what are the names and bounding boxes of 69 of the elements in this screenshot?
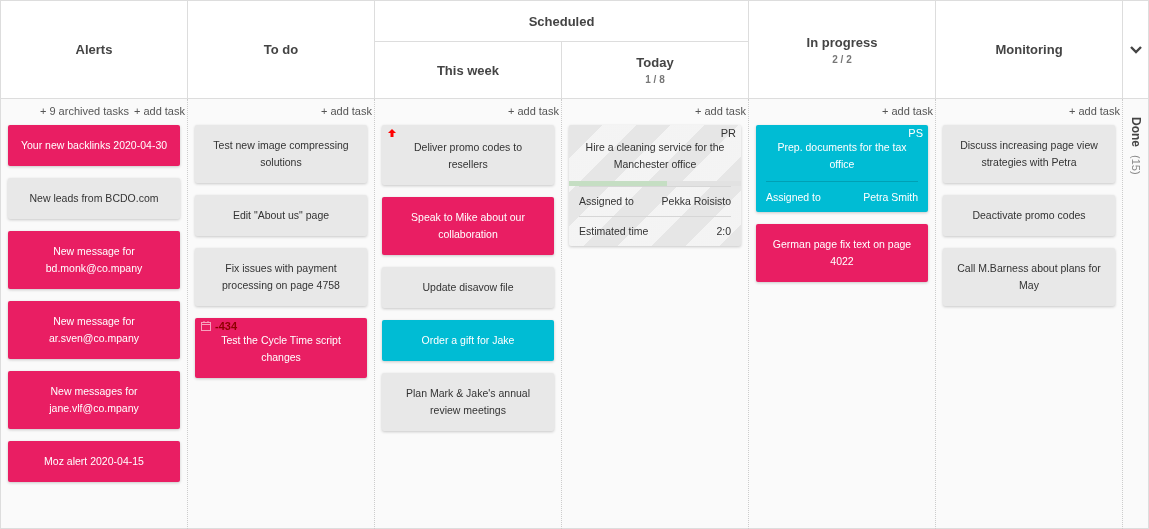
assignee-initials: PS — [908, 127, 923, 139]
task-title: Speak to Mike about our collaboration — [410, 210, 526, 242]
lane-count: (15) — [1129, 155, 1142, 175]
task-title: Hire a cleaning service for the Manchester office — [584, 140, 726, 172]
due-days: -434 — [215, 320, 238, 332]
lane-title[interactable]: Done — [1128, 117, 1143, 147]
add-task-link[interactable]: + add task — [507, 105, 559, 117]
task-title: Deactivate promo codes — [971, 208, 1087, 223]
task-card[interactable]: New message for bd.monk@co.mpany — [8, 231, 180, 289]
field-value: 2:0 — [716, 224, 731, 239]
chevron-down-icon[interactable] — [1129, 45, 1142, 54]
task-title: Update disavow file — [421, 280, 515, 295]
task-title: Your new backlinks 2020-04-30 — [20, 138, 168, 153]
task-card[interactable]: Discuss increasing page view strategies with Petra — [943, 125, 1115, 183]
lane-title: In progress — [806, 34, 878, 50]
task-title: New message for ar.sven@co.mpany — [47, 314, 140, 346]
task-card[interactable]: -434 Test the Cycle Time script changes — [195, 318, 367, 378]
lane-count: 2 / 2 — [832, 53, 852, 65]
task-card[interactable]: PR Hire a cleaning service for the Manchester office Assigned to Pekka Roisisto Estimated time 2:0 — [569, 125, 741, 246]
task-card[interactable]: Your new backlinks 2020-04-30 — [8, 125, 180, 166]
task-title: Test new image compressing solutions — [212, 138, 350, 170]
field-label: Assigned to — [579, 194, 634, 209]
task-card[interactable]: German page fix text on page 4022 — [756, 224, 928, 282]
lane-title: Alerts — [75, 42, 113, 57]
archived-tasks-link[interactable]: + 9 archived tasks — [39, 105, 129, 117]
task-card[interactable]: Plan Mark & Jake's annual review meetings — [382, 373, 554, 431]
task-card[interactable]: New messages for jane.vlf@co.mpany — [8, 371, 180, 429]
task-card[interactable]: Test new image compressing solutions — [195, 125, 367, 183]
task-title: Order a gift for Jake — [420, 333, 516, 348]
lane-title: To do — [263, 42, 299, 57]
assignee-initials: PR — [720, 127, 736, 139]
lane-title: Today — [636, 55, 674, 70]
task-title: Prep. documents for the tax office — [776, 140, 908, 172]
task-card[interactable]: Speak to Mike about our collaboration — [382, 197, 554, 255]
task-title: German page fix text on page 4022 — [771, 237, 913, 269]
calendar-icon — [201, 321, 211, 331]
task-title: New message for bd.monk@co.mpany — [44, 244, 144, 276]
task-title: Deliver promo codes to resellers — [413, 140, 523, 172]
task-card[interactable]: New message for ar.sven@co.mpany — [8, 301, 180, 359]
task-title: Test the Cycle Time script changes — [220, 333, 342, 365]
add-task-link[interactable]: + add task — [694, 105, 746, 117]
field-value: Petra Smith — [863, 190, 918, 205]
lane-count: 1 / 8 — [645, 74, 665, 85]
task-card[interactable]: Deliver promo codes to resellers — [382, 125, 554, 185]
field-value: Pekka Roisisto — [661, 194, 731, 209]
task-title: Call M.Barness about plans for May — [956, 261, 1102, 293]
lane-title: This week — [436, 62, 500, 78]
add-task-link[interactable]: + add task — [133, 105, 185, 117]
task-card[interactable]: Deactivate promo codes — [943, 195, 1115, 236]
task-title: Fix issues with payment processing on page 4758 — [221, 261, 341, 293]
task-card[interactable]: Call M.Barness about plans for May — [943, 248, 1115, 306]
add-task-link[interactable]: + add task — [881, 105, 933, 117]
task-card[interactable]: Moz alert 2020-04-15 — [8, 441, 180, 482]
task-title: New leads from BCDO.com — [28, 191, 160, 206]
task-title: New messages for jane.vlf@co.mpany — [48, 384, 140, 416]
field-label: Assigned to — [766, 190, 821, 205]
field-label: Estimated time — [579, 224, 649, 239]
task-card[interactable]: Edit "About us" page — [195, 195, 367, 236]
add-task-link[interactable]: + add task — [320, 105, 372, 117]
task-title: Edit "About us" page — [231, 208, 331, 223]
lane-group-title: Scheduled — [528, 13, 595, 29]
task-card[interactable]: New leads from BCDO.com — [8, 178, 180, 219]
task-title: Discuss increasing page view strategies with Petra — [959, 138, 1099, 170]
task-title: Plan Mark & Jake's annual review meetings — [405, 386, 531, 418]
lane-title: Monitoring — [995, 42, 1063, 57]
task-card[interactable]: Fix issues with payment processing on page 4758 — [195, 248, 367, 306]
task-card[interactable]: Update disavow file — [382, 267, 554, 308]
add-task-link[interactable]: + add task — [1068, 105, 1120, 117]
task-title: Moz alert 2020-04-15 — [43, 454, 145, 469]
